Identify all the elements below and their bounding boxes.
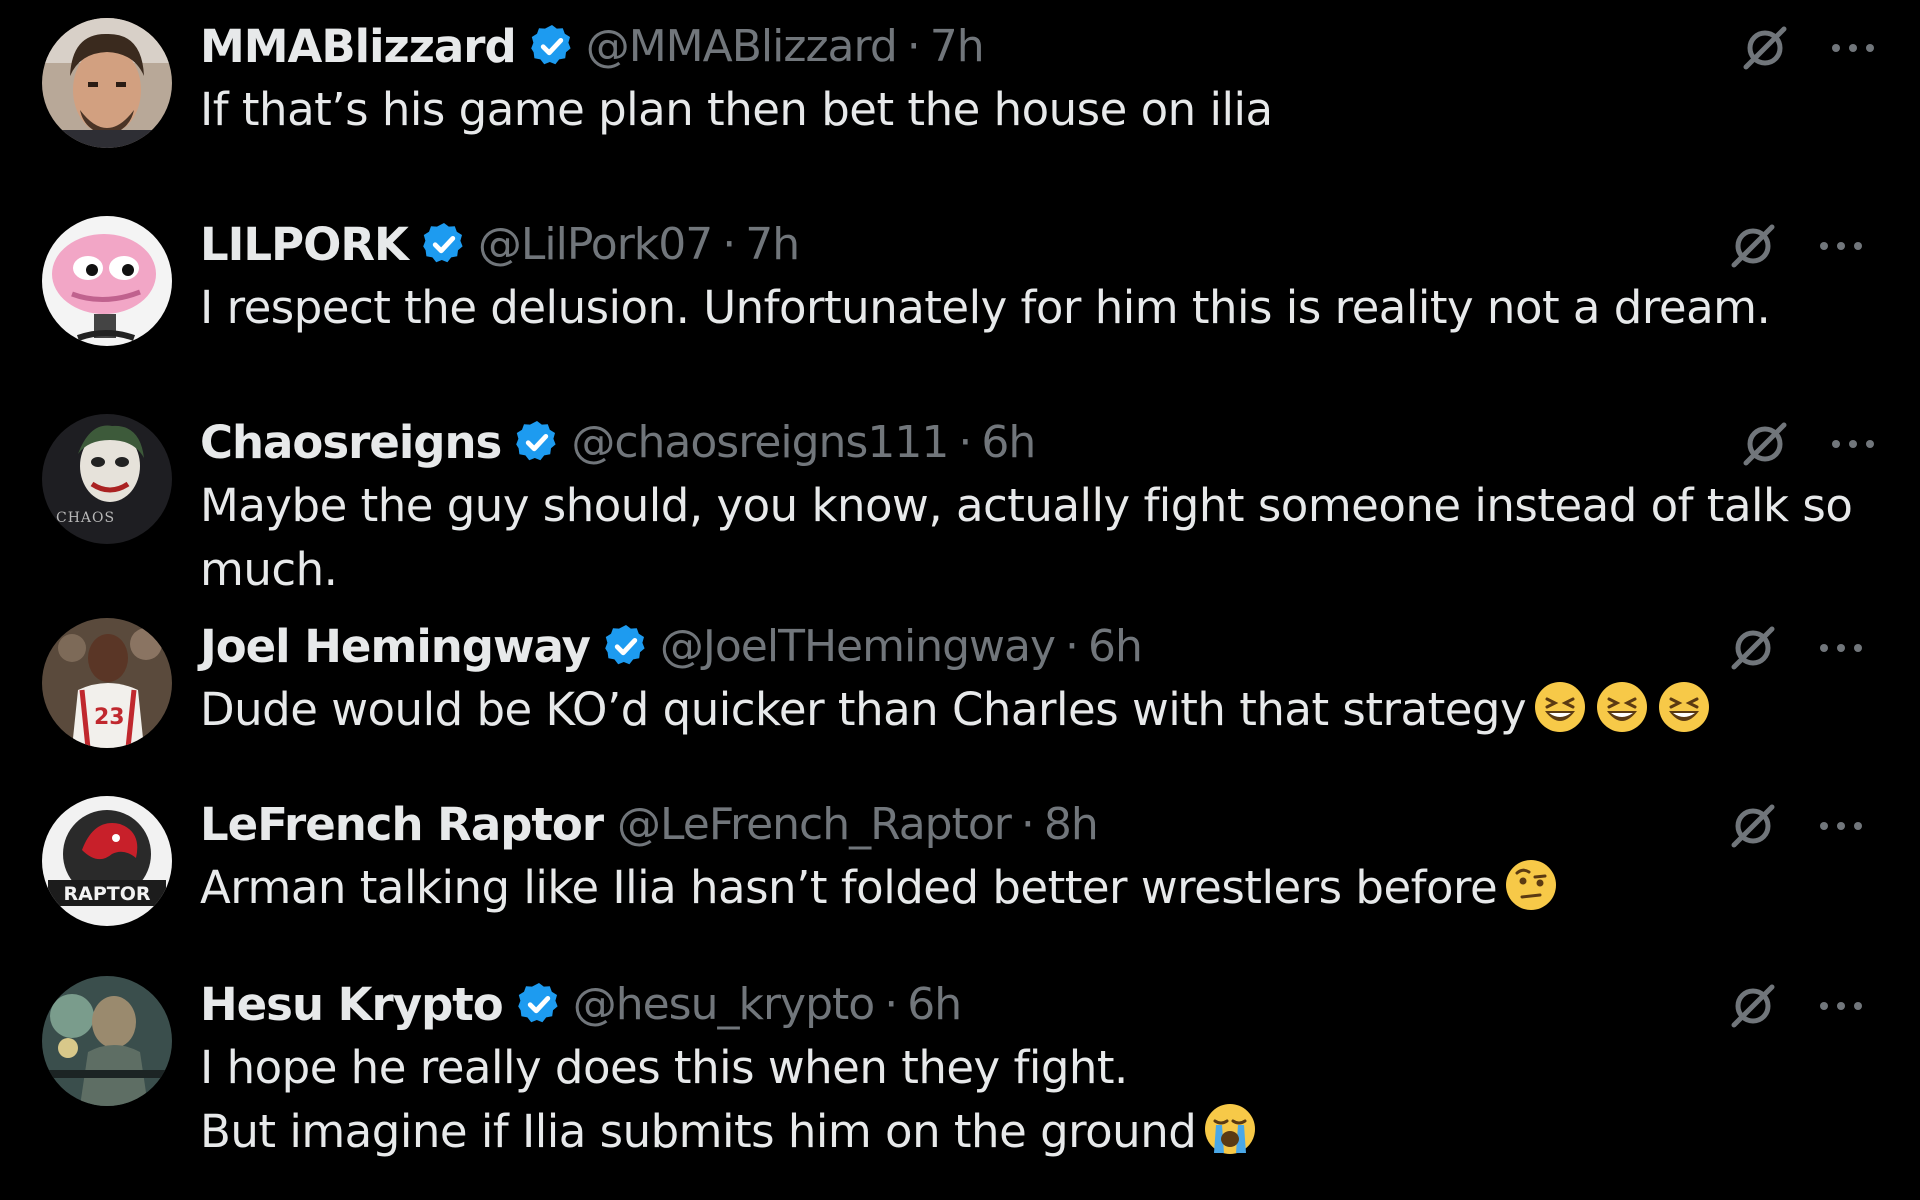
user-handle[interactable]: @LeFrench_Raptor (617, 799, 1012, 850)
display-name[interactable]: Chaosreigns (200, 416, 502, 469)
reply-item[interactable]: LILPORK @LilPork07 · 7h I respect the de… (0, 214, 1920, 374)
display-name[interactable]: LILPORK (200, 218, 409, 271)
separator: · (1020, 798, 1035, 850)
reply-text: I hope he really does this when they fig… (200, 1036, 1880, 1164)
separator: · (906, 20, 921, 72)
reply-text-line: I respect the delusion. Unfortunately fo… (200, 281, 1771, 334)
reply-item[interactable]: CHAOS Chaosreigns @chaosreigns111 · 6h M… (0, 412, 1920, 612)
reply-header: Joel Hemingway @JoelTHemingway · 6h (200, 616, 1143, 676)
separator: · (722, 218, 736, 270)
loudly-crying-face-icon (1202, 1101, 1258, 1157)
timestamp[interactable]: 7h (745, 219, 800, 270)
avatar[interactable] (42, 216, 172, 346)
reply-header: Chaosreigns @chaosreigns111 · 6h (200, 412, 1036, 472)
reply-header: LILPORK @LilPork07 · 7h (200, 214, 800, 274)
avatar-caption: RAPTOR (63, 883, 150, 905)
reply-text: Arman talking like Ilia hasn’t folded be… (200, 856, 1880, 920)
grinning-squinting-face-icon (1532, 679, 1588, 735)
verified-badge-icon[interactable] (515, 980, 563, 1028)
more-icon[interactable] (1828, 38, 1878, 58)
reply-item[interactable]: Hesu Krypto @hesu_krypto · 6h I hope he … (0, 974, 1920, 1194)
timestamp[interactable]: 7h (930, 21, 985, 72)
reply-text-line: But imagine if Ilia submits him on the g… (200, 1100, 1880, 1164)
reply-item[interactable]: 23 Joel Hemingway @JoelTHemingway · 6h D… (0, 616, 1920, 776)
avatar-image: 23 (42, 618, 172, 748)
user-handle[interactable]: @MMABlizzard (586, 21, 898, 72)
reply-text-line: much. (200, 543, 338, 596)
timestamp[interactable]: 6h (907, 979, 962, 1030)
separator: · (1065, 620, 1079, 672)
user-handle[interactable]: @JoelTHemingway (660, 621, 1056, 672)
grinning-squinting-face-icon (1594, 679, 1650, 735)
avatar[interactable]: RAPTOR (42, 796, 172, 926)
separator: · (958, 416, 972, 468)
reply-text-line: Maybe the guy should, you know, actually… (200, 479, 1853, 532)
avatar[interactable] (42, 976, 172, 1106)
reply-text-line: Arman talking like Ilia hasn’t folded be… (200, 856, 1880, 920)
more-icon[interactable] (1828, 434, 1878, 454)
separator: · (884, 978, 898, 1030)
avatar[interactable]: 23 (42, 618, 172, 748)
grok-icon[interactable] (1738, 417, 1792, 471)
grok-icon[interactable] (1726, 621, 1780, 675)
reply-text: I respect the delusion. Unfortunately fo… (200, 276, 1880, 340)
user-handle[interactable]: @LilPork07 (478, 219, 713, 270)
avatar-image (42, 216, 172, 346)
reply-text-content: Dude would be KO’d quicker than Charles … (200, 683, 1527, 736)
reply-header: MMABlizzard @MMABlizzard · 7h (200, 16, 985, 76)
verified-badge-icon[interactable] (420, 220, 468, 268)
reply-actions (1738, 20, 1878, 76)
reply-item[interactable]: RAPTOR LeFrench Raptor @LeFrench_Raptor … (0, 794, 1920, 954)
reply-actions (1738, 416, 1878, 472)
more-icon[interactable] (1816, 638, 1866, 658)
grok-icon[interactable] (1726, 799, 1780, 853)
grok-icon[interactable] (1726, 219, 1780, 273)
display-name[interactable]: MMABlizzard (200, 20, 517, 73)
grinning-squinting-face-icon (1656, 679, 1712, 735)
avatar-caption: CHAOS (56, 510, 115, 526)
reply-text: If that’s his game plan then bet the hou… (200, 78, 1880, 142)
avatar-image (42, 18, 172, 148)
verified-badge-icon[interactable] (528, 22, 576, 70)
reply-text-line: Dude would be KO’d quicker than Charles … (200, 678, 1880, 742)
grok-icon[interactable] (1726, 979, 1780, 1033)
avatar[interactable]: CHAOS (42, 414, 172, 544)
more-icon[interactable] (1816, 816, 1866, 836)
reply-feed: MMABlizzard @MMABlizzard · 7h If that’s … (0, 0, 1920, 1200)
reply-text: Maybe the guy should, you know, actually… (200, 474, 1880, 602)
reply-actions (1726, 620, 1866, 676)
avatar[interactable] (42, 18, 172, 148)
avatar-image: RAPTOR (42, 796, 172, 926)
timestamp[interactable]: 8h (1044, 799, 1099, 850)
user-handle[interactable]: @hesu_krypto (573, 979, 875, 1030)
reply-actions (1726, 218, 1866, 274)
reply-actions (1726, 798, 1866, 854)
reply-text: Dude would be KO’d quicker than Charles … (200, 678, 1880, 742)
user-handle[interactable]: @chaosreigns111 (571, 417, 949, 468)
reply-header: Hesu Krypto @hesu_krypto · 6h (200, 974, 962, 1034)
reply-header: LeFrench Raptor @LeFrench_Raptor · 8h (200, 794, 1099, 854)
avatar-image: CHAOS (42, 414, 172, 544)
verified-badge-icon[interactable] (602, 622, 650, 670)
display-name[interactable]: Hesu Krypto (200, 978, 504, 1031)
reply-text-line: I hope he really does this when they fig… (200, 1041, 1128, 1094)
avatar-caption: 23 (94, 705, 125, 730)
more-icon[interactable] (1816, 996, 1866, 1016)
reply-text-content: But imagine if Ilia submits him on the g… (200, 1105, 1197, 1158)
reply-actions (1726, 978, 1866, 1034)
display-name[interactable]: Joel Hemingway (200, 620, 591, 673)
more-icon[interactable] (1816, 236, 1866, 256)
avatar-image (42, 976, 172, 1106)
reply-text-line: If that’s his game plan then bet the hou… (200, 83, 1273, 136)
display-name[interactable]: LeFrench Raptor (200, 798, 604, 851)
timestamp[interactable]: 6h (1088, 621, 1143, 672)
grok-icon[interactable] (1738, 21, 1792, 75)
reply-item[interactable]: MMABlizzard @MMABlizzard · 7h If that’s … (0, 16, 1920, 176)
timestamp[interactable]: 6h (981, 417, 1036, 468)
reply-text-content: Arman talking like Ilia hasn’t folded be… (200, 861, 1498, 914)
verified-badge-icon[interactable] (513, 418, 561, 466)
face-with-raised-eyebrow-icon (1503, 857, 1559, 913)
